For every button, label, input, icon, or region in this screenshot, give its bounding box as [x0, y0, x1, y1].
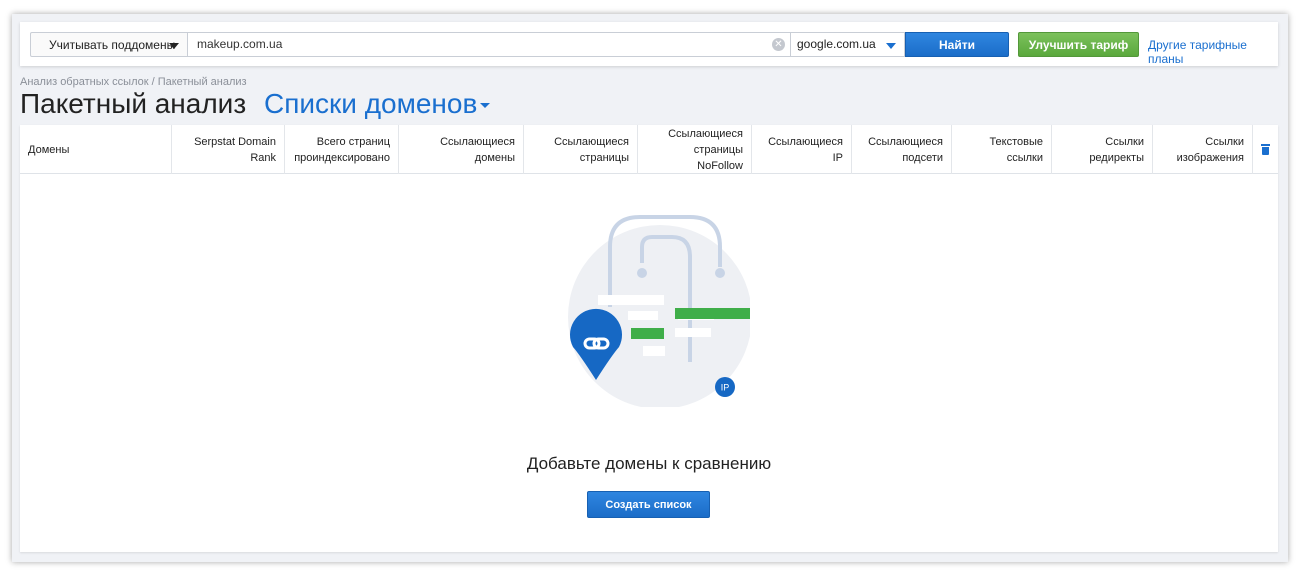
column-referring-pages[interactable]: Ссылающиеся страницы: [524, 125, 638, 174]
illustration-bar: [628, 311, 658, 320]
table-header: Домены Serpstat Domain Rank Всего страни…: [20, 125, 1278, 174]
column-referring-subnets[interactable]: Ссылающиеся подсети: [852, 125, 952, 174]
breadcrumb[interactable]: Анализ обратных ссылок / Пакетный анализ: [20, 76, 247, 88]
column-domains[interactable]: Домены: [20, 125, 172, 174]
column-domain-rank[interactable]: Serpstat Domain Rank: [172, 125, 285, 174]
chevron-down-icon: [480, 103, 491, 109]
chevron-down-icon: [169, 43, 179, 49]
find-button[interactable]: Найти: [905, 32, 1009, 57]
chevron-down-icon: [886, 43, 896, 49]
domain-lists-label: Списки доменов: [264, 88, 478, 119]
illustration-green-bar: [675, 308, 750, 319]
illustration-dot: [715, 268, 725, 278]
column-text-links[interactable]: Текстовые ссылки: [952, 125, 1052, 174]
illustration-bar: [643, 346, 665, 356]
domain-input[interactable]: makeup.com.ua: [188, 32, 791, 57]
column-redirect-links[interactable]: Ссылки редиректы: [1052, 125, 1153, 174]
empty-state-message: Добавьте домены к сравнению: [526, 454, 772, 473]
column-nofollow-pages[interactable]: Ссылающиеся страницы NoFollow: [638, 125, 752, 174]
search-bar: Учитывать поддомены makeup.com.ua ✕ goog…: [20, 22, 1278, 66]
clear-icon[interactable]: ✕: [772, 38, 785, 51]
column-referring-domains[interactable]: Ссылающиеся домены: [399, 125, 524, 174]
app-window: Учитывать поддомены makeup.com.ua ✕ goog…: [12, 14, 1288, 562]
trash-icon: [1261, 144, 1270, 155]
upgrade-plan-button[interactable]: Улучшить тариф: [1018, 32, 1139, 57]
search-engine-value: google.com.ua: [797, 37, 876, 51]
ip-badge-label: IP: [721, 383, 730, 393]
create-list-button[interactable]: Создать список: [587, 491, 710, 518]
column-referring-ip[interactable]: Ссылающиеся IP: [752, 125, 852, 174]
delete-column-button[interactable]: [1253, 125, 1278, 174]
illustration-bar: [598, 295, 664, 305]
page-title: Пакетный анализ: [20, 88, 247, 119]
illustration-bar: [675, 328, 711, 337]
comparison-table: Домены Serpstat Domain Rank Всего страни…: [20, 125, 1278, 552]
empty-state-illustration: IP: [568, 215, 750, 407]
column-image-links[interactable]: Ссылки изображения: [1153, 125, 1253, 174]
subdomain-select-label: Учитывать поддомены: [49, 37, 176, 52]
column-indexed-pages[interactable]: Всего страниц проиндексировано: [285, 125, 399, 174]
subdomain-select[interactable]: Учитывать поддомены: [30, 32, 188, 57]
search-engine-select[interactable]: google.com.ua: [791, 32, 905, 57]
domain-lists-dropdown[interactable]: Списки доменов: [264, 88, 491, 120]
illustration-green-bar: [631, 328, 664, 339]
illustration-dot: [637, 268, 647, 278]
other-plans-link[interactable]: Другие тарифные планы: [1148, 38, 1278, 66]
